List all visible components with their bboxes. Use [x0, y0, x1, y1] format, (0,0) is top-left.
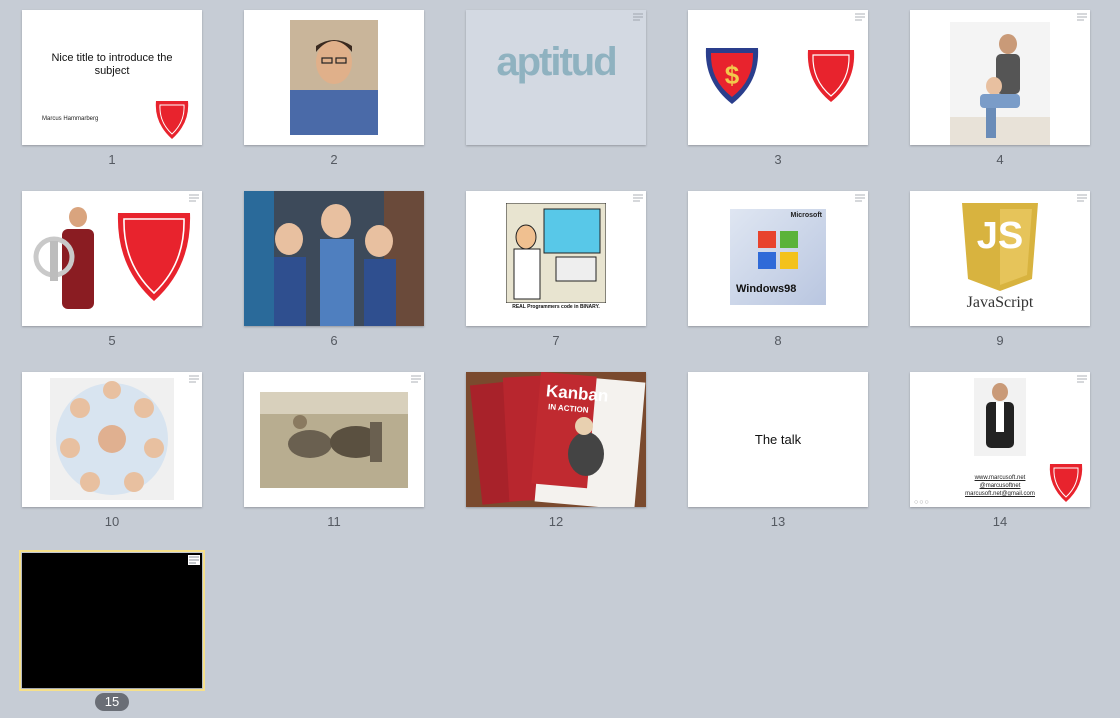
slide-skipped[interactable]: aptitud	[466, 10, 646, 175]
salvation-army-shield-logo	[117, 213, 191, 301]
windows-98-label: Windows98	[736, 283, 797, 295]
slide-number: 8	[774, 333, 782, 348]
slide-number: 7	[552, 333, 560, 348]
salvation-army-shield-logo	[155, 101, 189, 139]
slide-7[interactable]: REAL Programmers code in BINARY. 7	[466, 191, 646, 356]
windows-flag-icon	[758, 231, 798, 269]
slide-8[interactable]: Microsoft Windows98 8	[688, 191, 868, 356]
slide-number: 2	[330, 152, 338, 167]
svg-text:$: $	[725, 60, 740, 90]
slide-number: 9	[996, 333, 1004, 348]
notes-icon	[855, 194, 865, 202]
slide-number: 14	[992, 514, 1008, 529]
three-kids-photo	[244, 191, 424, 326]
notes-icon	[1077, 375, 1087, 383]
notes-icon	[855, 13, 865, 21]
slide-number: 4	[996, 152, 1004, 167]
notes-icon	[189, 375, 199, 383]
notes-icon	[633, 194, 643, 202]
rugby-scrum-photo	[260, 392, 408, 488]
slide-6[interactable]: 6	[244, 191, 424, 356]
slide-14[interactable]: www.marcusoft.net @marcusoftnet marcusof…	[910, 372, 1090, 537]
slide-number: 3	[774, 152, 782, 167]
slide-13[interactable]: The talk 13	[688, 372, 868, 537]
slide-2-thumbnail[interactable]	[244, 10, 424, 145]
slide-sorter-grid: Nice title to introduce the subject Marc…	[0, 0, 1120, 711]
slide-number-selected: 15	[95, 693, 129, 711]
notes-icon	[1077, 13, 1087, 21]
slide-10[interactable]: 10	[22, 372, 202, 537]
js-logo-text: JS	[976, 215, 1024, 257]
salvation-army-shield-logo	[1049, 464, 1083, 502]
team-huddle-photo	[50, 378, 174, 500]
slide-13-thumbnail[interactable]: The talk	[688, 372, 868, 507]
slide-number: 10	[104, 514, 120, 529]
slide-12[interactable]: Kanban IN ACTION 12	[466, 372, 646, 537]
slide-indicator-dots: ○○○	[914, 499, 930, 506]
slide-1[interactable]: Nice title to introduce the subject Marc…	[22, 10, 202, 175]
aptitud-logo-text: aptitud	[496, 40, 617, 84]
slide-11[interactable]: 11	[244, 372, 424, 537]
slide-1-thumbnail[interactable]: Nice title to introduce the subject Marc…	[22, 10, 202, 145]
notes-icon	[188, 555, 200, 565]
slide-3[interactable]: $ 3	[688, 10, 868, 175]
windows-98-box: Microsoft Windows98	[730, 209, 826, 305]
slide-9-thumbnail[interactable]: JS JavaScript	[910, 191, 1090, 326]
slide-14-thumbnail[interactable]: www.marcusoft.net @marcusoftnet marcusof…	[910, 372, 1090, 507]
slide-2[interactable]: 2	[244, 10, 424, 175]
slide-10-thumbnail[interactable]	[22, 372, 202, 507]
slide-6-thumbnail[interactable]	[244, 191, 424, 326]
notes-icon	[411, 375, 421, 383]
binary-cartoon-illustration	[506, 203, 606, 303]
notes-icon	[1077, 194, 1087, 202]
slide-4[interactable]: 4	[910, 10, 1090, 175]
slide-number: 12	[548, 514, 564, 529]
shield-crest-icon: $	[705, 48, 759, 104]
speaker-photo	[974, 378, 1026, 456]
notes-icon	[633, 13, 643, 21]
slide-12-thumbnail[interactable]: Kanban IN ACTION	[466, 372, 646, 507]
salvation-army-shield-logo	[807, 50, 855, 102]
microsoft-brand: Microsoft	[790, 212, 823, 219]
slide-7-thumbnail[interactable]: REAL Programmers code in BINARY.	[466, 191, 646, 326]
slide-title: Nice title to introduce the subject	[51, 52, 173, 77]
slide-9[interactable]: JS JavaScript 9	[910, 191, 1090, 356]
slide-8-thumbnail[interactable]: Microsoft Windows98	[688, 191, 868, 326]
portrait-photo	[290, 20, 378, 135]
family-photo	[950, 22, 1050, 145]
slide-number: 5	[108, 333, 116, 348]
slide-4-thumbnail[interactable]	[910, 10, 1090, 145]
slide-title: The talk	[754, 432, 802, 447]
slide-3-thumbnail[interactable]: $	[688, 10, 868, 145]
skipped-slide-thumbnail[interactable]: aptitud	[466, 10, 646, 145]
slide-author: Marcus Hammarberg	[42, 116, 99, 122]
slide-11-thumbnail[interactable]	[244, 372, 424, 507]
slide-caption: REAL Programmers code in BINARY.	[512, 304, 600, 310]
slide-15[interactable]: 15	[19, 550, 205, 718]
notes-icon	[189, 194, 199, 202]
slide-number: 1	[108, 152, 116, 167]
slide-15-thumbnail[interactable]	[19, 550, 205, 691]
slide-5[interactable]: 5	[22, 191, 202, 356]
tuba-player-photo	[33, 207, 94, 309]
slide-5-thumbnail[interactable]	[22, 191, 202, 326]
javascript-label: JavaScript	[966, 294, 1034, 311]
slide-number: 11	[327, 514, 341, 529]
slide-number: 13	[770, 514, 786, 529]
slide-number: 6	[330, 333, 338, 348]
